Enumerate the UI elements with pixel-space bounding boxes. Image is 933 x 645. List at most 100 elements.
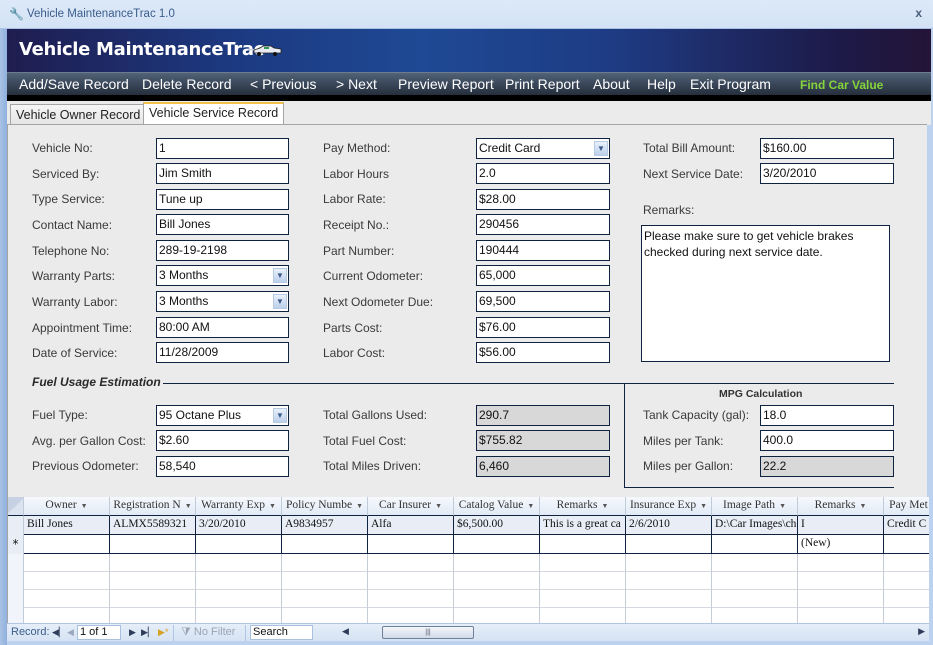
new-row-cell[interactable] <box>884 535 929 554</box>
table-cell[interactable]: 3/20/2010 <box>196 516 282 535</box>
next-service-date-field[interactable]: 3/20/2010 <box>760 163 894 184</box>
column-header[interactable]: Policy Numbe ▼ <box>282 497 368 516</box>
column-header[interactable]: Image Path ▼ <box>712 497 798 516</box>
vehicle-no-field[interactable]: 1 <box>156 138 289 159</box>
new-row-cell[interactable] <box>712 535 798 554</box>
table-cell[interactable]: I <box>798 516 884 535</box>
previous-record-icon[interactable]: ◀ <box>67 627 74 638</box>
column-header[interactable]: Registration N ▼ <box>110 497 196 516</box>
table-cell[interactable]: Alfa <box>368 516 454 535</box>
current-odometer-field[interactable]: 65,000 <box>476 265 610 286</box>
sort-filter-dropdown-icon[interactable]: ▼ <box>859 502 866 510</box>
type-service-field[interactable]: Tune up <box>156 189 289 210</box>
row-selector[interactable] <box>8 516 24 535</box>
new-record-icon[interactable]: ▶* <box>158 627 168 638</box>
parts-cost-field[interactable]: $76.00 <box>476 317 610 338</box>
previous-odometer-field[interactable]: 58,540 <box>156 456 289 477</box>
fuel-type-select[interactable]: 95 Octane Plus ▼ <box>156 405 289 426</box>
chevron-down-icon[interactable]: ▼ <box>273 408 287 423</box>
table-cell[interactable]: This is a great ca <box>540 516 626 535</box>
column-header[interactable]: Car Insurer ▼ <box>368 497 454 516</box>
table-cell[interactable]: ALMX5589321 <box>110 516 196 535</box>
menu-print-report[interactable]: Print Report <box>505 76 580 92</box>
chevron-down-icon[interactable]: ▼ <box>273 268 287 283</box>
table-cell[interactable]: D:\Car Images\ch <box>712 516 798 535</box>
menu-add-save-record[interactable]: Add/Save Record <box>19 76 129 92</box>
contact-name-field[interactable]: Bill Jones <box>156 214 289 235</box>
next-record-icon[interactable]: ▶ <box>129 627 136 638</box>
new-row-cell[interactable] <box>454 535 540 554</box>
telephone-no-field[interactable]: 289-19-2198 <box>156 240 289 261</box>
menu-find-car-value[interactable]: Find Car Value <box>800 78 883 92</box>
new-row-cell[interactable] <box>110 535 196 554</box>
new-row-cell[interactable] <box>540 535 626 554</box>
menu-help[interactable]: Help <box>647 76 676 92</box>
scroll-right-icon[interactable]: ▶ <box>918 626 925 637</box>
table-cell[interactable]: Credit C <box>884 516 929 535</box>
tank-capacity-field[interactable]: 18.0 <box>760 405 894 426</box>
no-filter-button[interactable]: ⧩ No Filter <box>181 626 235 639</box>
receipt-no-field[interactable]: 290456 <box>476 214 610 235</box>
select-all-corner[interactable] <box>8 497 24 516</box>
sort-filter-dropdown-icon[interactable]: ▼ <box>185 502 192 510</box>
current-record-field[interactable]: 1 of 1 <box>77 625 121 640</box>
last-record-icon[interactable]: ▶▏ <box>141 627 155 638</box>
sort-filter-dropdown-icon[interactable]: ▼ <box>269 502 276 510</box>
column-header[interactable]: Catalog Value ▼ <box>454 497 540 516</box>
next-odometer-due-field[interactable]: 69,500 <box>476 291 610 312</box>
part-number-field[interactable]: 190444 <box>476 240 610 261</box>
new-row-marker[interactable]: * <box>8 535 24 554</box>
labor-rate-field[interactable]: $28.00 <box>476 189 610 210</box>
sort-filter-dropdown-icon[interactable]: ▼ <box>435 502 442 510</box>
first-record-icon[interactable]: ◀▏ <box>52 627 66 638</box>
new-row-cell[interactable]: (New) <box>798 535 884 554</box>
total-bill-amount-field[interactable]: $160.00 <box>760 138 894 159</box>
date-of-service-field[interactable]: 11/28/2009 <box>156 342 289 363</box>
sort-filter-dropdown-icon[interactable]: ▼ <box>601 502 608 510</box>
menu-about[interactable]: About <box>593 76 630 92</box>
remarks-textarea[interactable]: Please make sure to get vehicle brakes c… <box>641 225 890 362</box>
sort-filter-dropdown-icon[interactable]: ▼ <box>356 502 363 510</box>
scroll-left-icon[interactable]: ◀ <box>342 626 349 637</box>
warranty-parts-select[interactable]: 3 Months ▼ <box>156 265 289 286</box>
sort-filter-dropdown-icon[interactable]: ▼ <box>700 502 707 510</box>
new-row-cell[interactable] <box>282 535 368 554</box>
column-header[interactable]: Pay Met <box>884 497 929 516</box>
column-header[interactable]: Remarks ▼ <box>540 497 626 516</box>
column-header[interactable]: Remarks ▼ <box>798 497 884 516</box>
new-row-cell[interactable] <box>626 535 712 554</box>
chevron-down-icon[interactable]: ▼ <box>594 141 608 156</box>
avg-gallon-cost-field[interactable]: $2.60 <box>156 430 289 451</box>
labor-cost-field[interactable]: $56.00 <box>476 342 610 363</box>
appointment-time-field[interactable]: 80:00 AM <box>156 317 289 338</box>
table-cell[interactable]: $6,500.00 <box>454 516 540 535</box>
serviced-by-field[interactable]: Jim Smith <box>156 163 289 184</box>
scrollbar-thumb[interactable]: ||| <box>382 626 474 639</box>
menu-preview-report[interactable]: Preview Report <box>398 76 494 92</box>
menu-next[interactable]: > Next <box>336 76 377 92</box>
menu-delete-record[interactable]: Delete Record <box>142 76 232 92</box>
column-header[interactable]: Warranty Exp ▼ <box>196 497 282 516</box>
sort-filter-dropdown-icon[interactable]: ▼ <box>527 502 534 510</box>
chevron-down-icon[interactable]: ▼ <box>273 294 287 309</box>
tab-vehicle-service-record[interactable]: Vehicle Service Record <box>143 102 285 126</box>
menu-exit-program[interactable]: Exit Program <box>690 76 771 92</box>
pay-method-select[interactable]: Credit Card ▼ <box>476 138 610 159</box>
column-header[interactable]: Insurance Exp ▼ <box>626 497 712 516</box>
new-row-cell[interactable] <box>24 535 110 554</box>
warranty-labor-select[interactable]: 3 Months ▼ <box>156 291 289 312</box>
miles-per-tank-field[interactable]: 400.0 <box>760 430 894 451</box>
table-cell[interactable]: 2/6/2010 <box>626 516 712 535</box>
sort-filter-dropdown-icon[interactable]: ▼ <box>81 502 88 510</box>
horizontal-scrollbar[interactable]: ◀ ||| ▶ <box>342 625 927 640</box>
search-input[interactable]: Search <box>250 625 313 640</box>
table-cell[interactable]: A9834957 <box>282 516 368 535</box>
table-cell[interactable]: Bill Jones <box>24 516 110 535</box>
menu-previous[interactable]: < Previous <box>250 76 317 92</box>
close-icon[interactable]: x <box>915 6 922 20</box>
tab-vehicle-owner-record[interactable]: Vehicle Owner Record <box>10 104 147 126</box>
labor-hours-field[interactable]: 2.0 <box>476 163 610 184</box>
sort-filter-dropdown-icon[interactable]: ▼ <box>779 502 786 510</box>
new-row-cell[interactable] <box>196 535 282 554</box>
new-row-cell[interactable] <box>368 535 454 554</box>
